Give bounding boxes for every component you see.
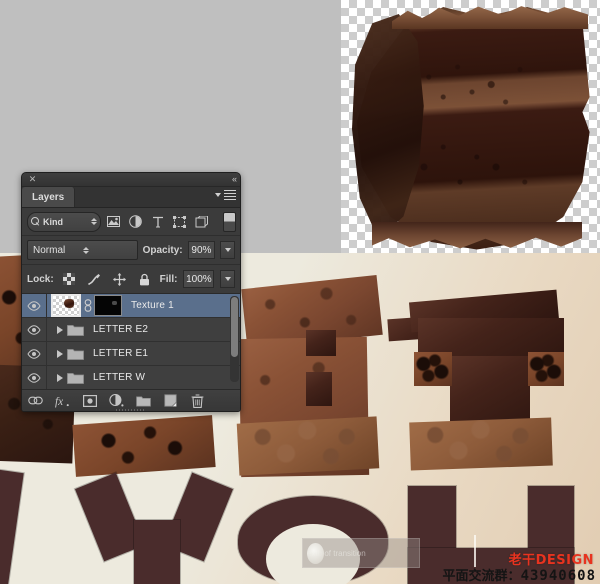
panel-tab-strip[interactable]: Layers <box>22 187 240 208</box>
group-expand-arrow-icon[interactable] <box>53 349 66 358</box>
watermark-group: 平面交流群：43940608 <box>443 565 596 584</box>
canvas-guide-line <box>474 535 476 567</box>
eye-icon <box>27 348 41 359</box>
filter-smart-object-icon[interactable] <box>192 212 211 231</box>
lock-label: Lock: <box>27 273 54 285</box>
panel-resize-grip[interactable] <box>116 409 146 411</box>
brownie-block <box>409 417 553 471</box>
close-icon[interactable]: ✕ <box>27 174 38 185</box>
brownie-block <box>414 352 452 386</box>
opacity-slider-caret[interactable] <box>220 241 235 259</box>
filter-kind-select[interactable]: Kind <box>27 211 101 232</box>
lock-image-pixels-icon[interactable] <box>85 270 104 289</box>
svg-text:fx: fx <box>55 395 63 407</box>
layer-list-scrollbar[interactable] <box>230 296 239 382</box>
brush-cursor <box>307 543 324 564</box>
add-layer-mask-button[interactable] <box>82 393 97 408</box>
panel-footer-toolbar[interactable]: fx <box>22 389 240 411</box>
fill-slider-caret[interactable] <box>220 270 235 288</box>
layer-row-letter-e1[interactable]: LETTER E1 <box>22 342 240 366</box>
opacity-input[interactable]: 90% <box>187 241 216 259</box>
layer-name[interactable]: LETTER E1 <box>93 348 148 359</box>
lock-position-icon[interactable] <box>110 270 129 289</box>
delete-layer-button[interactable] <box>190 393 205 408</box>
layer-thumbnail[interactable] <box>51 294 81 317</box>
brownie-block <box>72 415 216 477</box>
blend-mode-select[interactable]: Normal <box>27 240 138 260</box>
tab-layers[interactable]: Layers <box>22 187 76 207</box>
layer-name[interactable]: LETTER E2 <box>93 324 148 335</box>
folder-icon <box>66 347 84 360</box>
brownie-block <box>306 372 332 406</box>
watermark-group-number: 43940608 <box>520 568 596 584</box>
brownie-block <box>306 330 336 356</box>
filter-kind-stepper[interactable] <box>91 218 97 225</box>
brownie-block <box>236 416 380 476</box>
add-layer-style-button[interactable]: fx <box>55 393 70 408</box>
opacity-label: Opacity: <box>142 244 183 256</box>
panel-drag-bar[interactable]: ✕ « <box>22 173 240 187</box>
blend-mode-row[interactable]: Normal Opacity: 90% <box>22 236 240 265</box>
eye-icon <box>27 324 41 335</box>
layer-name[interactable]: LETTER W <box>93 372 145 383</box>
fill-input[interactable]: 100% <box>183 270 215 288</box>
layer-visibility-toggle[interactable] <box>22 318 47 341</box>
layer-visibility-toggle[interactable] <box>22 342 47 365</box>
letter-shape <box>134 520 180 584</box>
collapse-panel-icon[interactable]: « <box>232 174 237 184</box>
filter-adjustment-icon[interactable] <box>126 212 145 231</box>
chevron-down-icon <box>215 193 221 197</box>
new-fill-adjustment-button[interactable] <box>109 393 124 408</box>
brownie-block <box>528 352 564 386</box>
layers-panel[interactable]: ✕ « Layers Kind Normal Opacity: 90% Lock… <box>21 172 241 412</box>
new-group-button[interactable] <box>136 393 151 408</box>
lock-all-icon[interactable] <box>135 270 154 289</box>
filter-enable-toggle[interactable] <box>223 211 236 232</box>
tab-layers-label: Layers <box>32 191 65 203</box>
layer-filter-row[interactable]: Kind <box>22 208 240 236</box>
hamburger-icon <box>224 190 236 200</box>
blend-mode-value: Normal <box>33 244 66 256</box>
photoshop-screenshot: ✕ « Layers Kind Normal Opacity: 90% Lock… <box>0 0 600 584</box>
layer-visibility-toggle[interactable] <box>22 366 47 389</box>
layer-row-texture-1[interactable]: Texture 1 <box>22 294 240 318</box>
group-expand-arrow-icon[interactable] <box>53 373 66 382</box>
layer-row-letter-e2[interactable]: LETTER E2 <box>22 318 240 342</box>
layer-thumbnail-content <box>64 299 74 308</box>
blend-mode-stepper[interactable] <box>83 246 133 254</box>
group-expand-arrow-icon[interactable] <box>53 325 66 334</box>
lock-transparent-pixels-icon[interactable] <box>60 270 79 289</box>
filter-type-icon[interactable] <box>148 212 167 231</box>
panel-menu-icon[interactable] <box>215 190 236 200</box>
mask-link-icon[interactable] <box>83 299 92 312</box>
folder-icon <box>66 371 84 384</box>
search-icon <box>31 217 40 226</box>
new-layer-button[interactable] <box>163 393 178 408</box>
lock-row[interactable]: Lock: Fill: 100% <box>22 265 240 294</box>
layer-list[interactable]: Texture 1 LETTER E2 LETTER E1 LETTER W <box>22 294 240 389</box>
fill-label: Fill: <box>159 273 178 285</box>
watermark-group-label: 平面交流群： <box>442 569 521 584</box>
link-layers-button[interactable] <box>28 393 43 408</box>
layer-mask-thumbnail[interactable] <box>94 295 122 316</box>
filter-shape-icon[interactable] <box>170 212 189 231</box>
folder-icon <box>66 323 84 336</box>
filter-kind-label: Kind <box>43 216 63 227</box>
eye-icon <box>27 372 41 383</box>
layer-row-letter-w[interactable]: LETTER W <box>22 366 240 389</box>
eye-icon <box>27 300 41 311</box>
layer-name[interactable]: Texture 1 <box>131 300 174 311</box>
layer-visibility-toggle[interactable] <box>22 294 47 317</box>
filter-pixel-icon[interactable] <box>104 212 123 231</box>
